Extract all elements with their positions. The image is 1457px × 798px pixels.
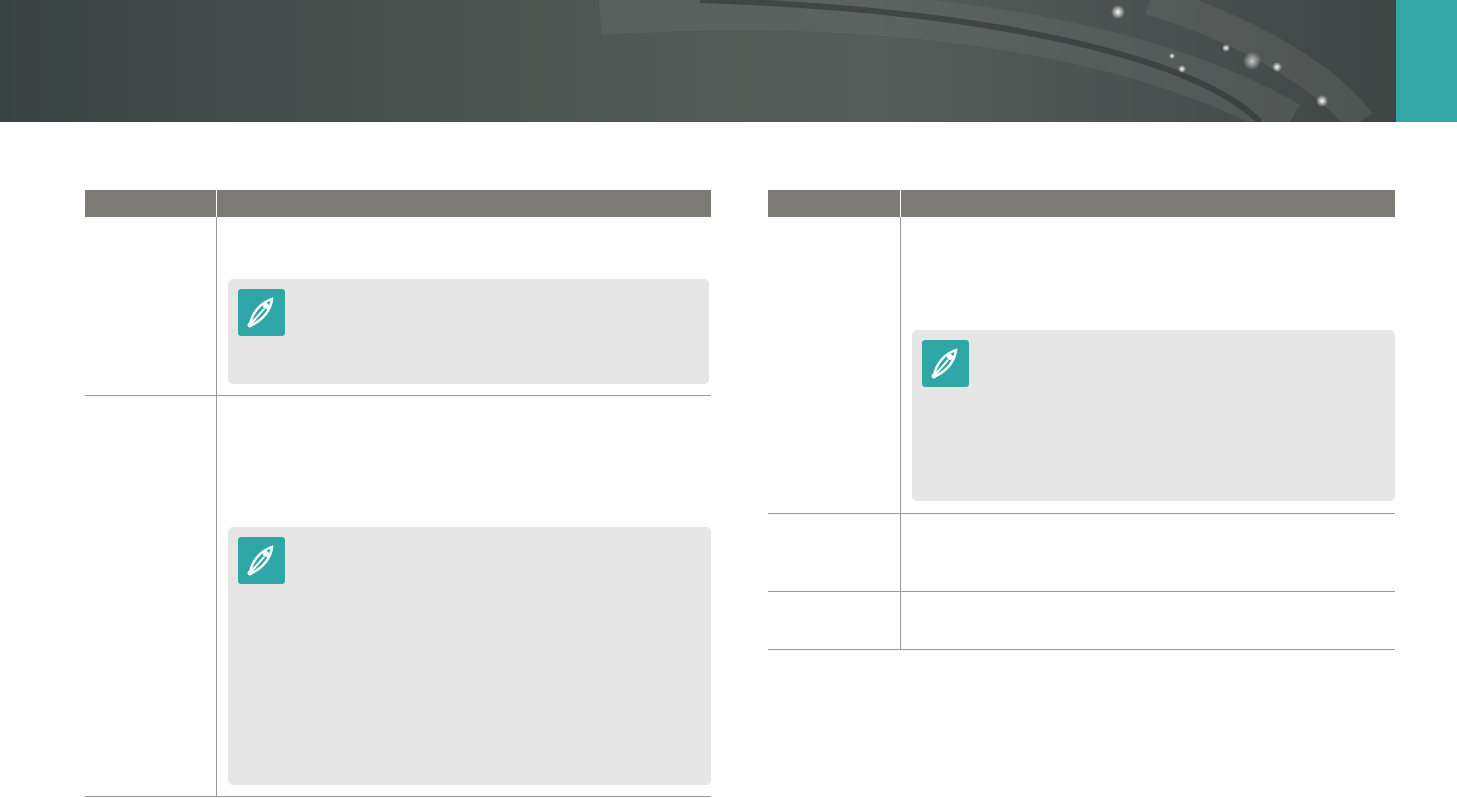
pen-note-icon [238,289,285,336]
table-header [85,190,711,217]
pen-note-icon [238,537,285,584]
table-header [768,190,1395,217]
banner-decoration [599,0,1373,122]
right-table [768,190,1395,651]
chapter-tab [1396,0,1457,122]
left-table [85,190,711,798]
note-box [228,527,711,785]
pen-note-icon [922,340,969,387]
page-banner [0,0,1457,122]
note-box [228,279,709,384]
note-box [912,330,1395,501]
